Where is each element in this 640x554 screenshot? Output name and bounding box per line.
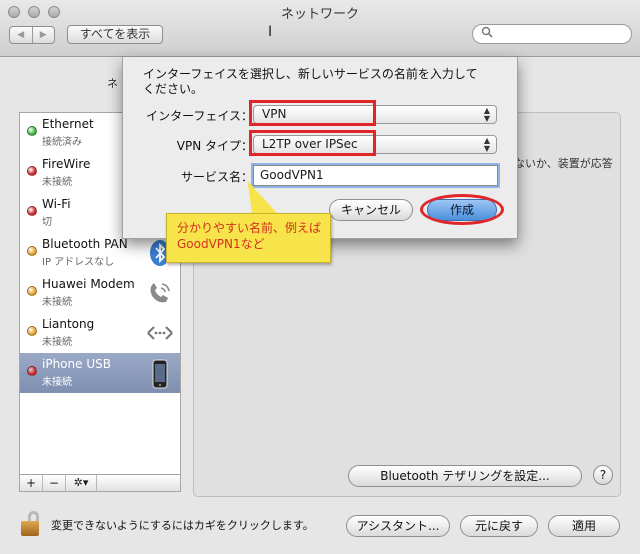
service-name: Liantong [42, 317, 95, 331]
service-item-huawei-modem[interactable]: Huawei Modem 未接続 [20, 273, 180, 313]
search-input[interactable] [472, 24, 632, 44]
partial-status-text: ないか、装置が応答 [514, 157, 613, 170]
chevron-updown-icon: ▲ ▼ [483, 106, 490, 123]
show-all-button[interactable]: すべてを表示 [67, 25, 163, 44]
assistant-button[interactable]: アシスタント... [346, 515, 450, 537]
service-status: IP アドレスなし [42, 257, 115, 268]
service-name: Wi-Fi [42, 197, 71, 211]
create-highlight [420, 194, 504, 225]
interface-highlight [249, 100, 376, 126]
back-icon[interactable]: ◀ [10, 27, 33, 43]
status-dot [27, 326, 37, 336]
status-dot [27, 166, 37, 176]
service-item-liantong[interactable]: Liantong 未接続 [20, 313, 180, 353]
text-cursor-icon: I [268, 24, 273, 40]
search-icon [481, 26, 493, 41]
title-bar: ネットワーク ◀ ▶ すべてを表示 I [0, 0, 640, 57]
add-service-button[interactable]: + [20, 475, 43, 491]
service-status: 未接続 [42, 177, 72, 188]
lock-icon[interactable] [19, 511, 41, 537]
chevron-updown-icon: ▲ ▼ [483, 136, 490, 153]
hidden-location-label: ネ [107, 77, 118, 90]
vpn-type-highlight [249, 130, 376, 156]
vpn-type-label: VPN タイプ： [176, 139, 253, 153]
back-forward-buttons[interactable]: ◀ ▶ [9, 26, 55, 44]
service-name: Bluetooth PAN [42, 237, 128, 251]
service-list-toolbar: + − ✲▾ [19, 474, 181, 492]
status-dot [27, 126, 37, 136]
lock-description: 変更できないようにするにはカギをクリックします。 [51, 519, 314, 532]
status-dot [27, 246, 37, 256]
interface-label: インターフェイス： [146, 109, 253, 123]
bluetooth-tethering-button[interactable]: Bluetooth テザリングを設定... [348, 465, 582, 487]
service-status: 未接続 [42, 297, 72, 308]
help-button[interactable]: ? [593, 465, 613, 485]
service-status: 未接続 [42, 377, 72, 388]
status-dot [27, 286, 37, 296]
window-title: ネットワーク [280, 7, 359, 22]
sheet-prompt: インターフェイスを選択し、新しいサービスの名前を入力して ください。 [143, 67, 478, 96]
network-preferences-window: ネットワーク ◀ ▶ すべてを表示 I ネ Ethernet 接続済み Fire… [0, 0, 640, 554]
service-name: Huawei Modem [42, 277, 135, 291]
annotation-callout: 分かりやすい名前、例えばGoodVPN1など [166, 213, 331, 263]
revert-button[interactable]: 元に戻す [460, 515, 538, 537]
service-name-label: サービス名： [180, 170, 253, 184]
phone-modem-icon [146, 279, 174, 307]
service-name: FireWire [42, 157, 91, 171]
service-item-bluetooth-pan[interactable]: Bluetooth PAN IP アドレスなし [20, 233, 180, 273]
vpn-arrows-icon [146, 319, 174, 347]
service-item-iphone-usb[interactable]: iPhone USB 未接続 [20, 353, 180, 393]
service-status: 未接続 [42, 337, 72, 348]
iphone-icon [146, 359, 174, 389]
service-name-field[interactable]: GoodVPN1 [253, 165, 498, 186]
service-status: 接続済み [42, 137, 82, 148]
forward-icon[interactable]: ▶ [33, 27, 55, 43]
gear-icon[interactable]: ✲▾ [66, 475, 97, 491]
remove-service-button[interactable]: − [43, 475, 66, 491]
status-dot [27, 366, 37, 376]
status-dot [27, 206, 37, 216]
new-service-sheet: インターフェイスを選択し、新しいサービスの名前を入力して ください。 インターフ… [122, 57, 518, 239]
cancel-button[interactable]: キャンセル [329, 199, 413, 221]
service-name: iPhone USB [42, 357, 111, 371]
service-name: Ethernet [42, 117, 94, 131]
apply-button[interactable]: 適用 [548, 515, 620, 537]
service-status: 切 [42, 217, 52, 228]
